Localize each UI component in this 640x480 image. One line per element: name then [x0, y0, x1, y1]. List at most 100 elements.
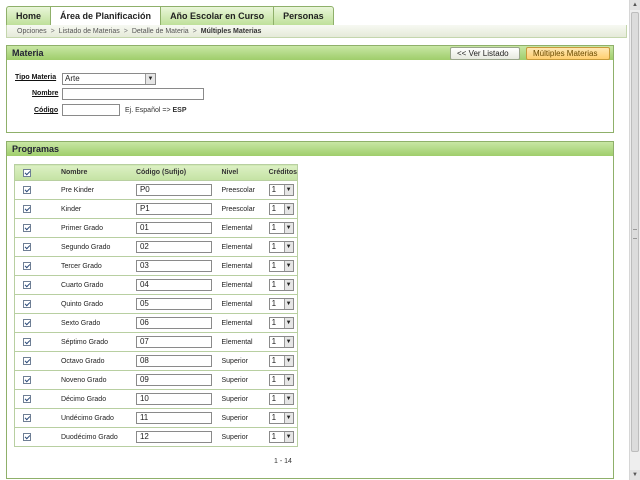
codigo-sufijo-input[interactable]: 07 — [135, 336, 212, 348]
row-checkbox[interactable] — [23, 281, 31, 289]
row-nivel: Superior — [217, 370, 267, 390]
row-creditos-cell: 1 ▼ — [266, 294, 298, 314]
ver-listado-button[interactable]: << Ver Listado — [450, 47, 520, 60]
creditos-value: 1 — [271, 413, 277, 422]
row-codigo-cell: 03 — [133, 256, 218, 276]
breadcrumb-separator: > — [50, 27, 55, 35]
tab-area-planificacion[interactable]: Área de Planificación — [50, 6, 161, 26]
row-creditos-cell: 1 ▼ — [266, 332, 298, 352]
codigo-sufijo-input[interactable]: 01 — [135, 222, 212, 234]
row-checkbox[interactable] — [23, 262, 31, 270]
table-row: Cuarto Grado 04 Elemental 1 ▼ — [14, 275, 298, 295]
codigo-sufijo-input[interactable]: 02 — [135, 241, 212, 253]
codigo-hint-example: ESP — [172, 107, 187, 114]
header-nivel: Nivel — [217, 164, 267, 181]
row-nivel: Elemental — [217, 313, 267, 333]
codigo-sufijo-input[interactable]: 09 — [135, 374, 212, 386]
nombre-input[interactable] — [62, 88, 204, 100]
row-nombre: Cuarto Grado — [43, 275, 134, 295]
tab-ano-escolar[interactable]: Año Escolar en Curso — [160, 6, 274, 26]
header-nombre: Nombre — [43, 164, 134, 181]
creditos-select[interactable]: 1 ▼ — [268, 431, 294, 443]
row-checkbox[interactable] — [23, 414, 31, 422]
row-select-cell — [14, 237, 44, 257]
creditos-select[interactable]: 1 ▼ — [268, 222, 294, 234]
creditos-value: 1 — [271, 318, 277, 327]
codigo-sufijo-input[interactable]: 03 — [135, 260, 212, 272]
breadcrumb-detalle-materia[interactable]: Detalle de Materia — [132, 28, 189, 35]
codigo-hint-text: Ej. Español => — [125, 107, 171, 114]
chevron-down-icon: ▼ — [283, 356, 293, 366]
row-nivel: Preescolar — [217, 180, 267, 200]
row-checkbox[interactable] — [23, 338, 31, 346]
creditos-select[interactable]: 1 ▼ — [268, 355, 294, 367]
tipo-materia-value: Arte — [65, 74, 80, 83]
chevron-down-icon: ▼ — [145, 74, 155, 84]
header-creditos: Créditos — [266, 164, 298, 181]
row-nombre: Undécimo Grado — [43, 408, 134, 428]
chevron-down-icon: ▼ — [283, 299, 293, 309]
row-codigo-cell: 12 — [133, 427, 218, 447]
row-nivel: Superior — [217, 389, 267, 409]
row-codigo-cell: 06 — [133, 313, 218, 333]
tab-personas[interactable]: Personas — [273, 6, 334, 26]
scroll-up-icon[interactable]: ▲ — [630, 0, 640, 10]
codigo-sufijo-input[interactable]: 04 — [135, 279, 212, 291]
creditos-select[interactable]: 1 ▼ — [268, 317, 294, 329]
creditos-select[interactable]: 1 ▼ — [268, 336, 294, 348]
breadcrumb-listado-materias[interactable]: Listado de Materias — [59, 28, 120, 35]
creditos-select[interactable]: 1 ▼ — [268, 203, 294, 215]
row-nivel: Elemental — [217, 294, 267, 314]
creditos-select[interactable]: 1 ▼ — [268, 279, 294, 291]
row-creditos-cell: 1 ▼ — [266, 313, 298, 333]
row-checkbox[interactable] — [23, 357, 31, 365]
creditos-select[interactable]: 1 ▼ — [268, 412, 294, 424]
codigo-sufijo-input[interactable]: 12 — [135, 431, 212, 443]
row-checkbox[interactable] — [23, 319, 31, 327]
row-checkbox[interactable] — [23, 300, 31, 308]
scroll-down-icon[interactable]: ▼ — [630, 470, 640, 480]
row-checkbox[interactable] — [23, 433, 31, 441]
row-select-cell — [14, 370, 44, 390]
row-nivel: Superior — [217, 427, 267, 447]
table-row: Tercer Grado 03 Elemental 1 ▼ — [14, 256, 298, 276]
row-codigo-cell: 01 — [133, 218, 218, 238]
codigo-sufijo-input[interactable]: 06 — [135, 317, 212, 329]
breadcrumb-separator: > — [123, 27, 128, 35]
creditos-select[interactable]: 1 ▼ — [268, 298, 294, 310]
multiples-materias-button[interactable]: Múltiples Materias — [526, 47, 610, 60]
codigo-sufijo-input[interactable]: 08 — [135, 355, 212, 367]
row-checkbox[interactable] — [23, 224, 31, 232]
row-checkbox[interactable] — [23, 395, 31, 403]
programas-table: Nombre Código (Sufijo) Nivel Créditos Pr… — [14, 164, 298, 447]
vertical-scrollbar[interactable]: ▲ ▼ — [629, 0, 640, 480]
codigo-sufijo-input[interactable]: 11 — [135, 412, 212, 424]
scrollbar-thumb[interactable] — [631, 12, 639, 452]
creditos-select[interactable]: 1 ▼ — [268, 184, 294, 196]
creditos-value: 1 — [271, 337, 277, 346]
codigo-input[interactable] — [62, 104, 120, 116]
select-all-checkbox[interactable] — [23, 168, 31, 177]
row-checkbox[interactable] — [23, 205, 31, 213]
row-select-cell — [14, 256, 44, 276]
table-row: Pre Kinder P0 Preescolar 1 ▼ — [14, 180, 298, 200]
chevron-down-icon: ▼ — [283, 413, 293, 423]
creditos-select[interactable]: 1 ▼ — [268, 241, 294, 253]
row-checkbox[interactable] — [23, 186, 31, 194]
row-select-cell — [14, 180, 44, 200]
codigo-sufijo-input[interactable]: P0 — [135, 184, 212, 196]
tipo-materia-select[interactable]: Arte ▼ — [62, 73, 156, 85]
codigo-sufijo-input[interactable]: 10 — [135, 393, 212, 405]
row-checkbox[interactable] — [23, 376, 31, 384]
codigo-sufijo-input[interactable]: 05 — [135, 298, 212, 310]
row-codigo-cell: 07 — [133, 332, 218, 352]
creditos-select[interactable]: 1 ▼ — [268, 260, 294, 272]
row-checkbox[interactable] — [23, 243, 31, 251]
row-codigo-cell: P1 — [133, 199, 218, 219]
row-nombre: Noveno Grado — [43, 370, 134, 390]
creditos-select[interactable]: 1 ▼ — [268, 374, 294, 386]
codigo-sufijo-input[interactable]: P1 — [135, 203, 212, 215]
creditos-select[interactable]: 1 ▼ — [268, 393, 294, 405]
tab-home[interactable]: Home — [6, 6, 51, 26]
breadcrumb-opciones[interactable]: Opciones — [17, 28, 47, 35]
